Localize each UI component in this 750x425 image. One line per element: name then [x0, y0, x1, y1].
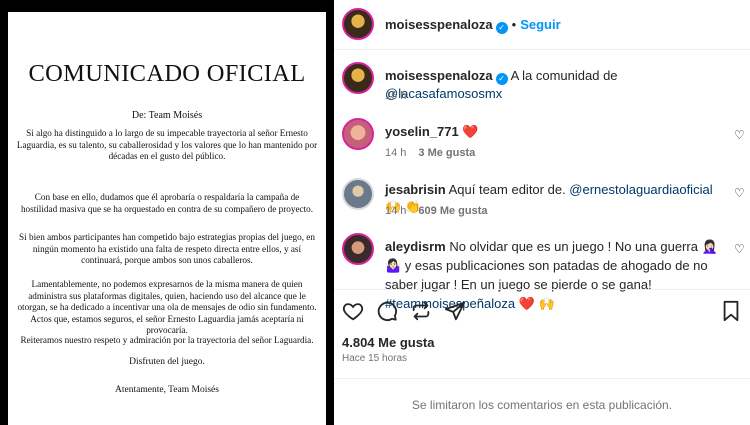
document-paragraph: Si algo ha distinguido a lo largo de su …	[16, 128, 318, 162]
follow-button[interactable]: Seguir	[520, 17, 560, 32]
image-left-border	[0, 0, 8, 425]
save-bookmark-icon[interactable]	[720, 300, 742, 322]
like-heart-icon[interactable]	[342, 300, 364, 322]
post-panel: moisesspenaloza ✓ • Seguir moisesspenaloza ✓…	[334, 0, 750, 425]
caption-time[interactable]: 15 h	[385, 90, 406, 102]
caption-username[interactable]: moisesspenaloza	[385, 68, 493, 83]
verified-icon: ✓	[495, 22, 508, 34]
post-image: COMUNICADO OFICIAL De: Team Moisés Si al…	[8, 12, 326, 425]
image-top-border	[0, 0, 334, 12]
likes-count[interactable]: 4.804 Me gusta	[342, 335, 435, 350]
document-title: COMUNICADO OFICIAL	[28, 60, 306, 87]
post-header: moisesspenaloza ✓ • Seguir	[334, 0, 750, 50]
author-line: moisesspenaloza ✓ • Seguir	[385, 16, 561, 34]
author-avatar[interactable]	[342, 8, 374, 40]
document-paragraph: Si bien ambos participantes han competid…	[19, 232, 315, 266]
document-signature: Atentamente, Team Moisés	[115, 385, 219, 395]
repost-icon[interactable]	[410, 300, 432, 322]
comment-like-heart-icon[interactable]: ♡	[734, 243, 746, 255]
document-paragraph: Lamentablemente, no podemos expresarnos …	[17, 279, 317, 336]
image-right-border	[326, 0, 334, 425]
comment-mention[interactable]: @ernestolaguardiaoficial	[569, 182, 712, 197]
comment-body: ❤️	[462, 124, 479, 139]
comment-avatar[interactable]	[342, 118, 374, 150]
action-bar	[334, 289, 750, 329]
comment-time[interactable]: 14 h	[385, 147, 406, 159]
comment-like-heart-icon[interactable]: ♡	[734, 129, 746, 141]
comment-icon[interactable]	[376, 300, 398, 322]
separator-dot: •	[511, 17, 517, 32]
comment-time[interactable]: 14 h	[385, 205, 406, 217]
document-paragraph: Con base en ello, dudamos que él aprobar…	[20, 192, 314, 214]
comments-limited-notice: Se limitaron los comentarios en esta pub…	[334, 378, 750, 425]
comment-body: Aquí team editor de.	[448, 182, 570, 197]
share-icon[interactable]	[444, 300, 466, 322]
comment-avatar[interactable]	[342, 178, 374, 210]
comment-username[interactable]: aleydisrm	[385, 239, 446, 254]
comment-text: yoselin_771 ❤️	[385, 123, 720, 140]
comment-likes[interactable]: 609 Me gusta	[418, 205, 487, 217]
author-username[interactable]: moisesspenaloza	[385, 17, 493, 32]
caption-avatar[interactable]	[342, 62, 374, 94]
caption-text: moisesspenaloza ✓ A la comunidad de @laca…	[385, 67, 720, 102]
comment-meta: 14 h 3 Me gusta	[385, 147, 475, 159]
comment-username[interactable]: jesabrisin	[385, 182, 446, 197]
comment-meta: 14 h 609 Me gusta	[385, 205, 488, 217]
caption-body: A la comunidad de	[510, 68, 618, 83]
document-paragraph: Reiteramos nuestro respeto y admiración …	[20, 335, 314, 345]
comment-likes[interactable]: 3 Me gusta	[418, 147, 475, 159]
comment-avatar[interactable]	[342, 233, 374, 265]
document-from: De: Team Moisés	[131, 110, 203, 121]
document-closing: Disfruten del juego.	[129, 357, 205, 367]
post-time[interactable]: Hace 15 horas	[342, 353, 407, 364]
comment-like-heart-icon[interactable]: ♡	[734, 187, 746, 199]
comment-username[interactable]: yoselin_771	[385, 124, 459, 139]
verified-icon: ✓	[495, 73, 508, 85]
